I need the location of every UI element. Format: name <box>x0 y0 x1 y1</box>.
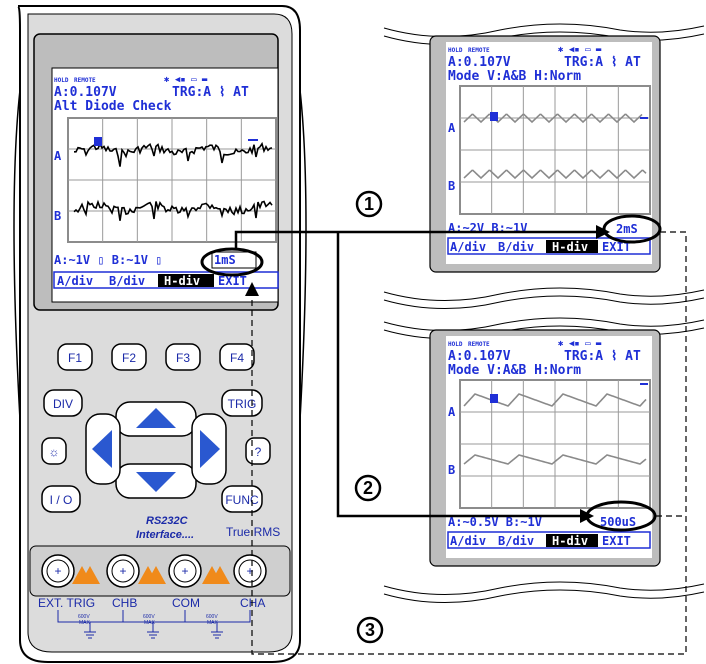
rs232-interface-label: Interface.... <box>136 529 194 541</box>
terminal-plus-1: + <box>54 564 61 578</box>
main-reading: A:0.107V <box>54 85 117 100</box>
true-rms-label: True RMS <box>226 525 280 539</box>
terminal-com[interactable]: + <box>168 554 202 588</box>
f2-button[interactable]: F2 <box>111 343 147 371</box>
f1-label: F1 <box>68 351 82 365</box>
callout-2-number: 2 <box>363 478 373 498</box>
bottom-softkey-2[interactable]: B/div <box>498 534 534 548</box>
help-label: ? <box>255 445 262 459</box>
terminal-label-com: COM <box>172 596 200 610</box>
func-button[interactable]: FUNC <box>221 485 263 513</box>
f1-button[interactable]: F1 <box>57 343 93 371</box>
main-mode: Alt Diode Check <box>54 99 172 114</box>
rs232-label: RS232C <box>146 515 189 527</box>
top-reading: A:0.107V <box>448 55 511 70</box>
diagram-canvas: HOLD REMOTE ✱ ◀▪ ▭ ▬ A:0.107V TRG:A ⌇ AT… <box>13 5 705 663</box>
dpad-down-button[interactable] <box>115 463 197 499</box>
callout-3: 3 <box>356 616 384 644</box>
terminal-plus-2: + <box>119 564 126 578</box>
top-mode: Mode V:A&B H:Norm <box>448 69 581 84</box>
bottom-softkey-bar: A/div B/div H-div EXIT <box>447 531 651 549</box>
f4-button[interactable]: F4 <box>219 343 255 371</box>
main-status-hold: HOLD <box>54 77 69 84</box>
bottom-softkey-4[interactable]: EXIT <box>602 534 631 548</box>
f3-button[interactable]: F3 <box>165 343 201 371</box>
main-trigger: TRG:A ⌇ AT <box>172 85 249 100</box>
terminal-ext-trig[interactable]: + <box>41 554 75 588</box>
top-status-hold: HOLD <box>448 47 463 54</box>
callout-1: 1 <box>355 190 383 218</box>
bottom-trigger: TRG:A ⌇ AT <box>564 349 641 364</box>
main-label-a: A <box>54 149 62 163</box>
top-softkey-2[interactable]: B/div <box>498 240 534 254</box>
top-label-a: A <box>448 121 456 135</box>
bottom-softkey-1[interactable]: A/div <box>450 534 486 548</box>
main-status-remote: REMOTE <box>74 77 96 84</box>
terminal-label-cha: CHA <box>240 596 265 610</box>
bottom-status-hold: HOLD <box>448 341 463 348</box>
io-button[interactable]: I / O <box>41 485 81 513</box>
f4-label: F4 <box>230 351 244 365</box>
bottom-status-icons: ✱ ◀▪ ▭ ▬ <box>558 339 602 349</box>
callout-3-number: 3 <box>365 620 375 640</box>
top-status-remote: REMOTE <box>468 47 490 54</box>
rating-3-max: MAX <box>207 620 219 626</box>
main-softkey-1[interactable]: A/div <box>57 274 93 288</box>
terminal-cha[interactable]: + <box>233 554 267 588</box>
div-label: DIV <box>53 397 73 411</box>
main-lcd: HOLD REMOTE ✱ ◀▪ ▭ ▬ A:0.107V TRG:A ⌇ AT… <box>51 67 279 303</box>
main-timebase: 1mS <box>214 253 236 267</box>
main-scale: A:~1V ▯ B:~1V ▯ <box>54 253 162 267</box>
backlight-icon: ☼ <box>49 445 60 459</box>
top-label-b: B <box>448 179 455 193</box>
bottom-cursor-marker <box>490 394 498 403</box>
terminal-chb[interactable]: + <box>106 554 140 588</box>
top-softkey-1[interactable]: A/div <box>450 240 486 254</box>
bottom-softkey-3[interactable]: H-div <box>552 534 588 548</box>
main-label-b: B <box>54 209 61 223</box>
bottom-reading: A:0.107V <box>448 349 511 364</box>
bottom-label-a: A <box>448 405 456 419</box>
f3-label: F3 <box>176 351 190 365</box>
bottom-label-b: B <box>448 463 455 477</box>
callout-1-number: 1 <box>364 194 374 214</box>
terminal-label-chb: CHB <box>112 596 137 610</box>
help-button[interactable]: ? <box>245 437 271 465</box>
dpad-up-button[interactable] <box>115 401 197 437</box>
rating-2-max: MAX <box>144 620 156 626</box>
main-cursor-marker <box>94 137 102 146</box>
top-trigger: TRG:A ⌇ AT <box>564 55 641 70</box>
main-softkey-2[interactable]: B/div <box>109 274 145 288</box>
dpad-left-button[interactable] <box>85 413 121 485</box>
terminal-label-ext-trig: EXT. TRIG <box>38 596 95 610</box>
main-softkey-3[interactable]: H-div <box>164 274 200 288</box>
bottom-lcd: HOLD REMOTE ✱ ◀▪ ▭ ▬ A:0.107V TRG:A ⌇ AT… <box>446 336 652 558</box>
func-label: FUNC <box>225 493 259 507</box>
terminal-plus-3: + <box>181 564 188 578</box>
rating-1-max: MAX <box>79 620 91 626</box>
main-status-icons: ✱ ◀▪ ▭ ▬ <box>164 75 208 85</box>
top-timebase: 2mS <box>616 222 638 236</box>
top-lcd: HOLD REMOTE ✱ ◀▪ ▭ ▬ A:0.107V TRG:A ⌇ AT… <box>446 42 652 264</box>
io-label: I / O <box>50 493 73 507</box>
bottom-timebase: 500uS <box>600 515 636 529</box>
top-status-icons: ✱ ◀▪ ▭ ▬ <box>558 45 602 55</box>
bottom-status-remote: REMOTE <box>468 341 490 348</box>
top-cursor-marker <box>490 112 498 121</box>
top-softkey-3[interactable]: H-div <box>552 240 588 254</box>
f2-label: F2 <box>122 351 136 365</box>
backlight-button[interactable]: ☼ <box>41 437 67 465</box>
terminal-panel: + + + + <box>29 545 291 597</box>
trig-button[interactable]: TRIG <box>221 389 263 417</box>
bottom-mode: Mode V:A&B H:Norm <box>448 363 581 378</box>
callout-2: 2 <box>354 474 382 502</box>
div-button[interactable]: DIV <box>43 389 83 417</box>
dpad-right-button[interactable] <box>191 413 227 485</box>
